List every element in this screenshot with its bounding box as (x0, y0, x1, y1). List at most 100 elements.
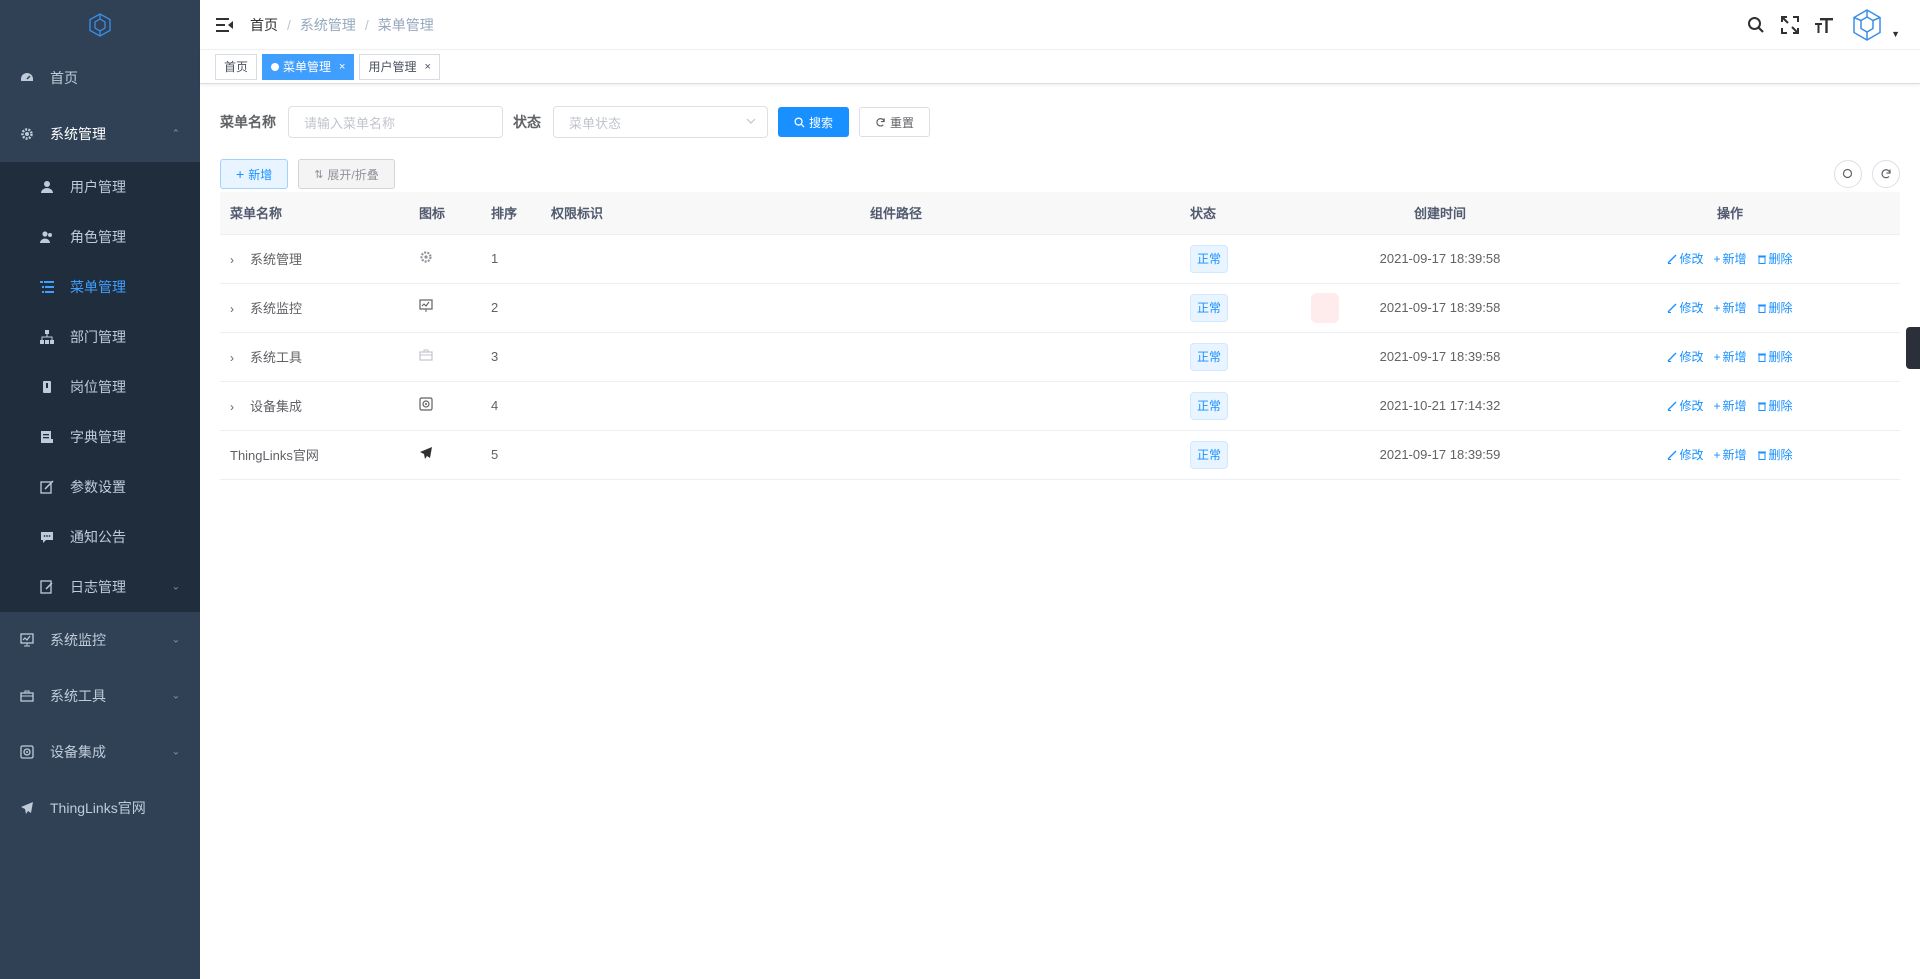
sidebar-item-dict[interactable]: 字典管理 (0, 412, 200, 462)
status-select[interactable]: 菜单状态 (553, 106, 768, 138)
perms-cell (541, 332, 860, 382)
close-icon[interactable]: × (339, 55, 345, 79)
edit-icon (1668, 450, 1677, 460)
sidebar-item-dept[interactable]: 部门管理 (0, 312, 200, 362)
refresh-button[interactable] (1872, 160, 1900, 188)
add-child-button[interactable]: + 新增 (1713, 250, 1746, 267)
peoples-icon (40, 230, 54, 244)
menu-table: 菜单名称 图标 排序 权限标识 组件路径 状态 创建时间 操作 › 系统管理 1 … (220, 192, 1900, 480)
menu-name-text: 系统工具 (250, 350, 303, 365)
chevron-right-icon[interactable]: › (230, 351, 242, 365)
sidebar-item-post[interactable]: 岗位管理 (0, 362, 200, 412)
edit-icon (1668, 401, 1677, 411)
close-icon[interactable]: × (424, 55, 430, 79)
side-drawer-handle[interactable] (1906, 327, 1920, 369)
sidebar-item-user[interactable]: 用户管理 (0, 162, 200, 212)
toggle-search-button[interactable] (1834, 160, 1862, 188)
reset-button-label: 重置 (890, 115, 915, 130)
navbar: 首页 / 系统管理 / 菜单管理 ▼ (200, 0, 1920, 50)
sidebar-item-thinglinks[interactable]: ThingLinks官网 (0, 780, 200, 836)
plus-icon: + (1713, 349, 1721, 364)
hamburger-button[interactable] (200, 0, 250, 50)
status-cell: 正常 (1180, 332, 1320, 382)
sidebar-item-monitor[interactable]: 系统监控 ⌄ (0, 612, 200, 668)
edit-label: 修改 (1679, 301, 1704, 315)
col-menu-name: 菜单名称 (220, 192, 409, 235)
edit-button[interactable]: 修改 (1667, 397, 1703, 414)
created-cell: 2021-10-21 17:14:32 (1320, 381, 1560, 431)
delete-button[interactable]: 删除 (1757, 397, 1793, 414)
icon-cell (409, 332, 481, 382)
delete-button[interactable]: 删除 (1757, 299, 1793, 316)
col-perms: 权限标识 (541, 192, 860, 235)
edit-button[interactable]: 修改 (1667, 446, 1703, 463)
sidebar-item-notice[interactable]: 通知公告 (0, 512, 200, 562)
edit-button[interactable]: 修改 (1667, 299, 1703, 316)
sidebar-item-role[interactable]: 角色管理 (0, 212, 200, 262)
table-row[interactable]: › 系统管理 1 正常 2021-09-17 18:39:58 修改 + 新增 删除 (220, 234, 1900, 284)
sidebar-item-home[interactable]: 首页 (0, 50, 200, 106)
add-child-button[interactable]: + 新增 (1713, 397, 1746, 414)
tag-user[interactable]: 用户管理 × (359, 53, 440, 80)
avatar-dropdown[interactable]: ▼ (1847, 5, 1900, 45)
monitor-icon (20, 633, 34, 647)
tag-menu[interactable]: 菜单管理 × (262, 53, 355, 80)
device-icon (419, 397, 433, 414)
chevron-right-icon[interactable]: › (230, 400, 242, 414)
delete-button[interactable]: 删除 (1757, 446, 1793, 463)
chevron-right-icon[interactable]: › (230, 302, 242, 316)
table-row[interactable]: ThingLinks官网 5 正常 2021-09-17 18:39:59 修改… (220, 430, 1900, 480)
order-cell: 4 (481, 381, 541, 431)
sidebar-item-device[interactable]: 设备集成 ⌄ (0, 724, 200, 780)
post-icon (40, 380, 54, 394)
component-cell (860, 332, 1180, 382)
menu-name-text: ThingLinks官网 (230, 448, 319, 463)
breadcrumb-system: 系统管理 (299, 16, 356, 33)
user-icon (40, 180, 54, 194)
tag-home[interactable]: 首页 (215, 53, 258, 80)
edit-button[interactable]: 修改 (1667, 348, 1703, 365)
search-icon[interactable] (1745, 14, 1767, 36)
menu-name-input[interactable]: 请输入菜单名称 (288, 106, 503, 138)
active-dot-icon (271, 62, 280, 71)
delete-button[interactable]: 删除 (1757, 250, 1793, 267)
edit-button[interactable]: 修改 (1667, 250, 1703, 267)
edit-icon (40, 480, 54, 494)
sidebar-item-log[interactable]: 日志管理 ⌄ (0, 562, 200, 612)
caret-down-icon: ▼ (1891, 29, 1900, 39)
plus-icon: + (1713, 398, 1721, 413)
reset-button[interactable]: 重置 (859, 107, 931, 137)
search-button[interactable]: 搜索 (778, 107, 850, 137)
right-toolbar (1834, 160, 1900, 188)
col-order: 排序 (481, 192, 541, 235)
sidebar-item-menu[interactable]: 菜单管理 (0, 262, 200, 312)
status-cell: 正常 (1180, 430, 1320, 480)
add-child-button[interactable]: + 新增 (1713, 348, 1746, 365)
sidebar-item-label: 岗位管理 (70, 379, 126, 395)
table-row[interactable]: › 系统工具 3 正常 2021-09-17 18:39:58 修改 + 新增 删除 (220, 332, 1900, 382)
delete-button[interactable]: 删除 (1757, 348, 1793, 365)
add-button[interactable]: + 新增 (220, 159, 289, 189)
col-icon: 图标 (409, 192, 481, 235)
fullscreen-icon[interactable] (1779, 14, 1801, 36)
edit-icon (1668, 352, 1677, 362)
expand-toggle-button[interactable]: ⇅ 展开/折叠 (298, 159, 395, 189)
menu-name-cell: › 系统工具 (220, 332, 409, 382)
sidebar-item-system[interactable]: 系统管理 ⌃ (0, 106, 200, 162)
font-size-icon[interactable] (1813, 14, 1835, 36)
sidebar-item-tool[interactable]: 系统工具 ⌄ (0, 668, 200, 724)
add-child-button[interactable]: + 新增 (1713, 446, 1746, 463)
refresh-icon (876, 117, 885, 127)
sidebar-item-config[interactable]: 参数设置 (0, 462, 200, 512)
sidebar-item-label: 通知公告 (70, 529, 126, 545)
send-icon (20, 801, 34, 815)
plus-icon: + (1713, 447, 1721, 462)
add-child-button[interactable]: + 新增 (1713, 299, 1746, 316)
table-row[interactable]: › 系统监控 2 正常 2021-09-17 18:39:58 修改 + 新增 删除 (220, 283, 1900, 333)
sidebar-item-label: 系统管理 (50, 126, 106, 142)
delete-icon (1757, 353, 1766, 362)
chevron-right-icon[interactable]: › (230, 253, 242, 267)
table-row[interactable]: › 设备集成 4 正常 2021-10-21 17:14:32 修改 + 新增 删除 (220, 381, 1900, 431)
breadcrumb-home[interactable]: 首页 (250, 15, 278, 35)
created-cell: 2021-09-17 18:39:58 (1320, 283, 1560, 333)
